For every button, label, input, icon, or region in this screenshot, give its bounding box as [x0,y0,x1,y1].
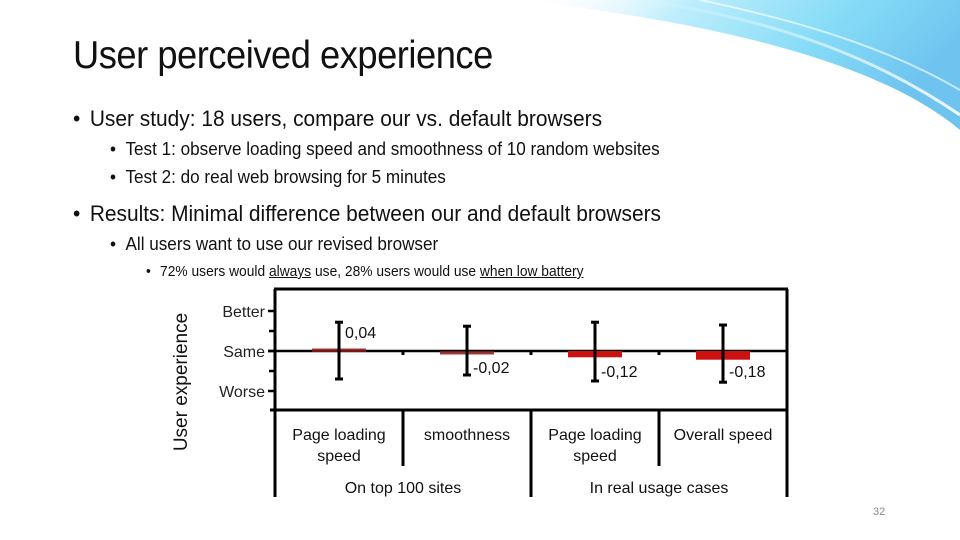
data-label: 0,04 [345,325,376,342]
y-tick-label: Worse [219,384,265,401]
category-label: Overall speed [674,427,773,444]
page-number: 32 [873,506,886,518]
category-label: Page loading [292,427,385,444]
data-label: -0,18 [729,364,766,381]
group-label: On top 100 sites [345,480,462,497]
y-axis-label: User experience [171,313,192,451]
category-label: smoothness [424,427,510,444]
y-tick-label: Same [223,344,265,361]
data-label: -0,02 [473,360,510,377]
category-label: speed [573,448,617,465]
category-label: Page loading [548,427,641,444]
user-experience-chart: User experience Better Same Worse 0,04 -0,0… [171,287,789,497]
data-label: -0,12 [601,364,638,381]
y-tick-label: Better [222,304,265,321]
y-ticks: Better Same Worse [219,304,275,401]
category-label: speed [317,448,361,465]
group-label: In real usage cases [590,480,729,497]
